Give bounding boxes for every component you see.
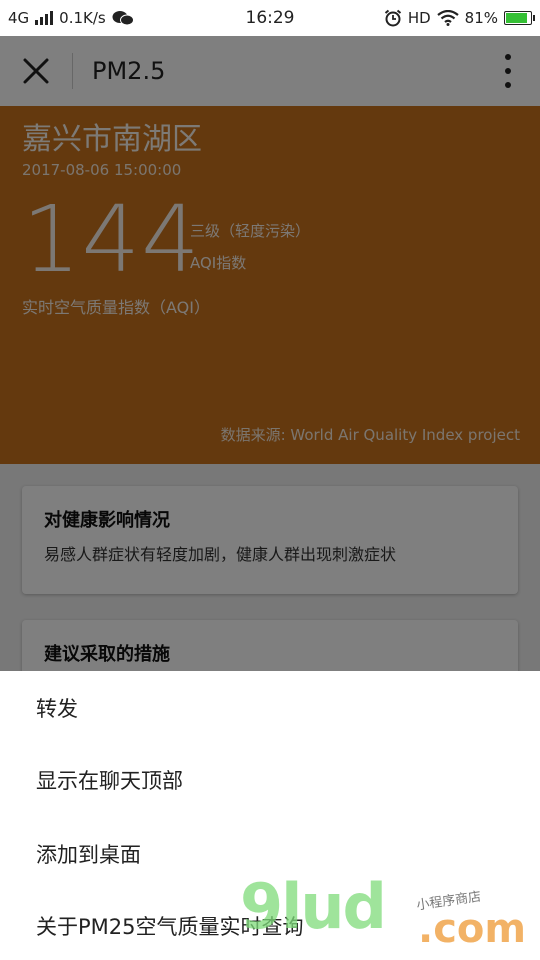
action-forward[interactable]: 转发: [36, 693, 78, 723]
status-bar: 4G 0.1K/s 16:29 HD 81%: [0, 0, 540, 36]
action-add-to-desktop[interactable]: 添加到桌面: [36, 839, 141, 869]
wifi-icon: [436, 10, 459, 26]
action-about[interactable]: 关于PM25空气质量实时查询: [36, 911, 304, 941]
status-right: HD 81%: [384, 9, 535, 27]
battery-percent: 81%: [464, 9, 498, 27]
battery-fill: [506, 13, 528, 23]
hd-indicator: HD: [407, 9, 431, 27]
battery-icon: [504, 11, 535, 25]
alarm-icon: [384, 9, 401, 27]
action-pin-to-chat-top[interactable]: 显示在聊天顶部: [36, 765, 183, 795]
modal-overlay[interactable]: [0, 36, 540, 671]
action-sheet: 转发 显示在聊天顶部 添加到桌面 关于PM25空气质量实时查询: [0, 671, 540, 960]
